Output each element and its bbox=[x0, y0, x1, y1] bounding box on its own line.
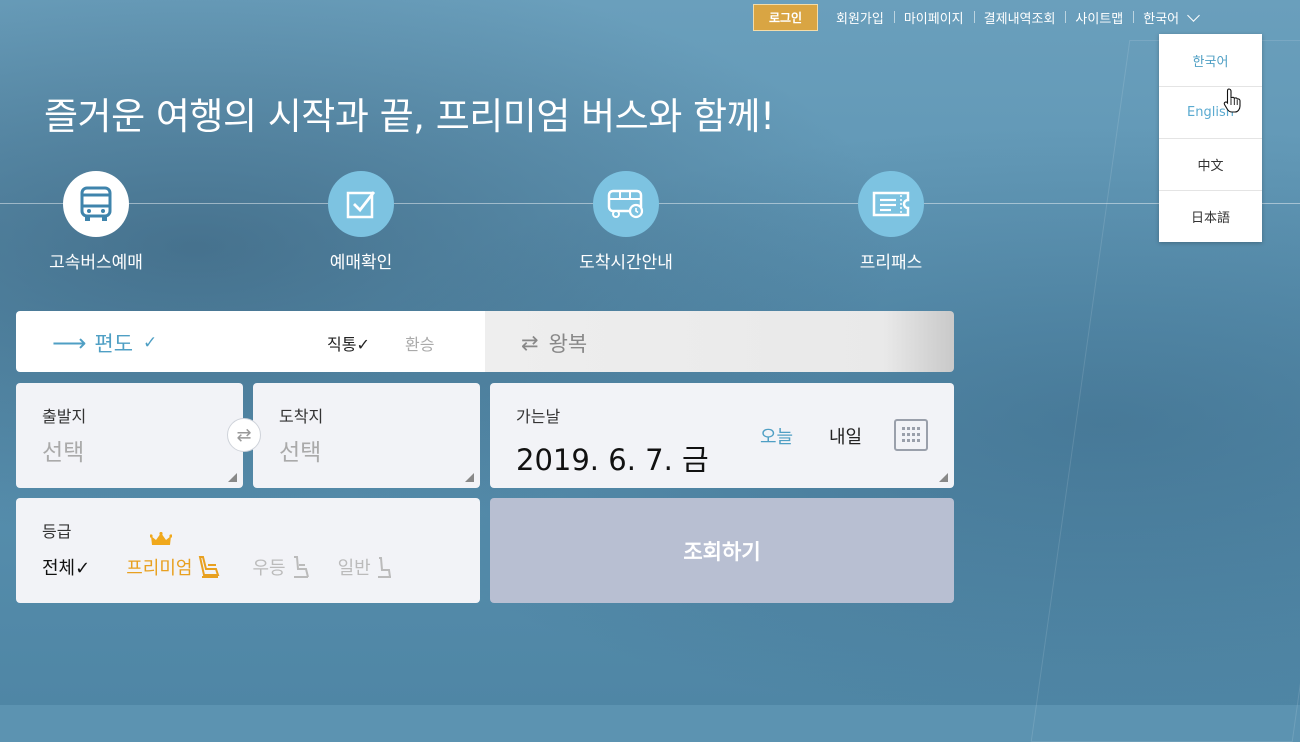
language-option-chinese[interactable]: 中文 bbox=[1159, 138, 1262, 190]
language-selector[interactable]: 한국어 bbox=[1133, 8, 1208, 27]
login-button[interactable]: 로그인 bbox=[753, 4, 818, 31]
crown-icon bbox=[150, 532, 173, 545]
signup-link[interactable]: 회원가입 bbox=[826, 8, 894, 27]
grade-all-option[interactable]: 전체✓ bbox=[42, 554, 90, 580]
normal-seat-icon bbox=[377, 557, 391, 578]
date-label: 가는날 bbox=[516, 407, 561, 426]
transfer-option[interactable]: 환승 bbox=[405, 331, 434, 355]
premium-seat-icon bbox=[199, 556, 220, 578]
grade-options: 전체✓ 프리미엄 우등 일반 bbox=[42, 532, 395, 580]
oneway-label-group: ⟶ 편도 ✓ bbox=[52, 328, 157, 358]
date-field[interactable]: 가는날 2019. 6. 7. 금 오늘 내일 bbox=[490, 383, 954, 488]
today-button[interactable]: 오늘 bbox=[760, 423, 793, 449]
menu-circle bbox=[63, 171, 129, 237]
mypage-link[interactable]: 마이페이지 bbox=[893, 8, 974, 27]
direct-option[interactable]: 직통✓ bbox=[327, 331, 370, 355]
bus-icon bbox=[80, 186, 112, 221]
search-button[interactable]: 조회하기 bbox=[490, 498, 954, 603]
chevron-down-icon bbox=[1187, 9, 1201, 22]
grade-all-text: 전체 bbox=[42, 558, 76, 579]
corner-indicator bbox=[939, 473, 948, 482]
language-menu: 한국어 English 中文 日本語 bbox=[1159, 34, 1262, 242]
check-icon: ✓ bbox=[356, 335, 370, 354]
grade-deluxe-text: 우등 bbox=[252, 558, 286, 579]
bus-clock-icon bbox=[607, 189, 644, 219]
language-option-japanese[interactable]: 日本語 bbox=[1159, 190, 1262, 242]
grade-deluxe-option[interactable]: 우등 bbox=[252, 554, 311, 580]
menu-booking-confirm[interactable]: 예매확인 bbox=[281, 171, 441, 273]
menu-label: 프리패스 bbox=[859, 253, 923, 273]
departure-value: 선택 bbox=[42, 440, 85, 466]
oneway-text: 편도 bbox=[94, 332, 134, 356]
check-icon: ✓ bbox=[75, 558, 91, 579]
menu-label: 고속버스예매 bbox=[49, 253, 143, 273]
corner-indicator bbox=[228, 473, 237, 482]
arrival-label: 도착지 bbox=[279, 407, 324, 426]
menu-free-pass[interactable]: 프리패스 bbox=[811, 171, 971, 273]
grade-normal-text: 일반 bbox=[337, 558, 371, 579]
arrow-right-icon: ⟶ bbox=[52, 329, 87, 357]
corner-indicator bbox=[465, 473, 474, 482]
sitemap-link[interactable]: 사이트맵 bbox=[1065, 8, 1133, 27]
checkbox-icon bbox=[346, 191, 376, 219]
menu-circle bbox=[593, 171, 659, 237]
language-option-korean[interactable]: 한국어 bbox=[1159, 34, 1262, 86]
menu-arrival-time[interactable]: 도착시간안내 bbox=[546, 171, 706, 273]
language-option-english[interactable]: English bbox=[1159, 86, 1262, 138]
calendar-icon[interactable] bbox=[894, 419, 928, 451]
language-current: 한국어 bbox=[1143, 12, 1180, 27]
grade-label: 등급 bbox=[42, 522, 72, 541]
menu-label: 도착시간안내 bbox=[579, 253, 673, 273]
hand-cursor-icon bbox=[1223, 88, 1241, 113]
date-value: 2019. 6. 7. 금 bbox=[516, 443, 709, 477]
departure-label: 출발지 bbox=[42, 407, 87, 426]
menu-circle bbox=[858, 171, 924, 237]
payment-history-link[interactable]: 결제내역조회 bbox=[973, 8, 1066, 27]
page-headline: 즐거운 여행의 시작과 끝, 프리미엄 버스와 함께! bbox=[44, 95, 775, 138]
grade-premium-option[interactable]: 프리미엄 bbox=[126, 532, 222, 580]
tomorrow-button[interactable]: 내일 bbox=[829, 423, 862, 449]
grade-field: 등급 전체✓ 프리미엄 우등 일반 bbox=[16, 498, 480, 603]
menu-circle bbox=[328, 171, 394, 237]
oneway-tab[interactable]: ⟶ 편도 ✓ 직통✓ 환승 bbox=[16, 311, 485, 372]
arrival-value: 선택 bbox=[279, 440, 322, 466]
trip-type-bar: ⟶ 편도 ✓ 직통✓ 환승 ⇄ 왕복 bbox=[16, 311, 954, 372]
top-nav: 로그인 회원가입 마이페이지 결제내역조회 사이트맵 한국어 bbox=[753, 3, 1208, 32]
grade-premium-text: 프리미엄 bbox=[126, 558, 193, 579]
roundtrip-text: 왕복 bbox=[548, 332, 588, 356]
check-icon: ✓ bbox=[143, 333, 158, 353]
arrival-field[interactable]: 도착지 선택 bbox=[253, 383, 480, 488]
ticket-icon bbox=[872, 191, 910, 217]
grade-normal-option[interactable]: 일반 bbox=[338, 554, 395, 580]
swap-arrows-icon: ⇄ bbox=[236, 424, 252, 446]
menu-express-booking[interactable]: 고속버스예매 bbox=[16, 171, 176, 273]
menu-label: 예매확인 bbox=[329, 253, 393, 273]
swap-locations-button[interactable]: ⇄ bbox=[227, 418, 261, 452]
deluxe-seat-icon bbox=[293, 556, 309, 578]
direct-text: 직통 bbox=[327, 335, 357, 354]
roundtrip-label-group: ⇄ 왕복 bbox=[521, 328, 587, 358]
roundtrip-tab[interactable]: ⇄ 왕복 bbox=[485, 311, 954, 372]
departure-field[interactable]: 출발지 선택 bbox=[16, 383, 243, 488]
swap-arrows-icon: ⇄ bbox=[521, 331, 539, 355]
